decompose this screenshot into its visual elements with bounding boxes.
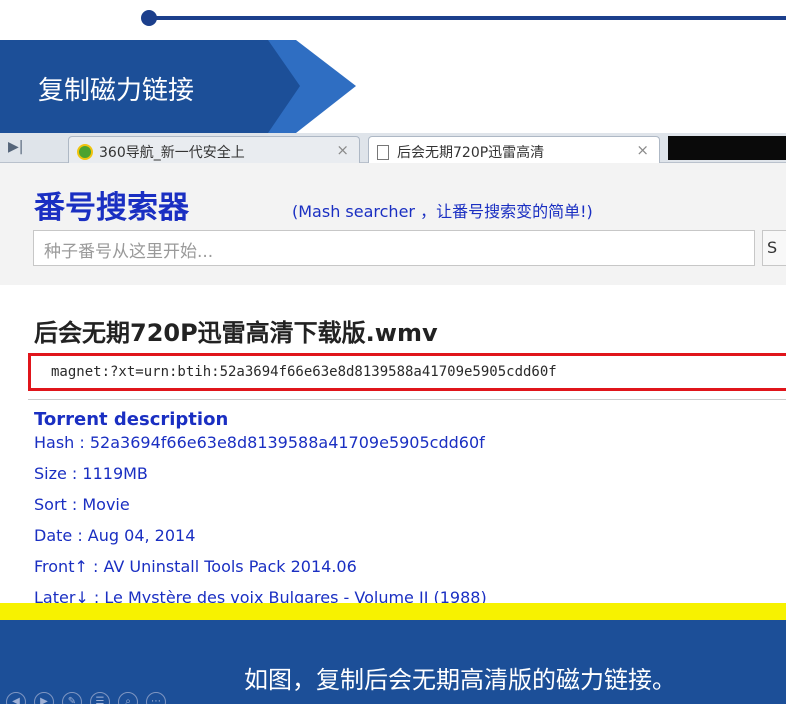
detail-hash: Hash : 52a3694f66e63e8d8139588a41709e590…	[34, 433, 485, 452]
description-heading: Torrent description	[34, 409, 229, 430]
detail-sort: Sort : Movie	[34, 495, 130, 514]
highlight-strip	[0, 603, 786, 620]
progress-line	[150, 16, 786, 20]
tab-label: 360导航_新一代安全上	[99, 145, 245, 161]
pen-icon[interactable]: ✎	[62, 692, 82, 704]
search-input[interactable]: 种子番号从这里开始...	[33, 230, 755, 266]
web-page: 番号搜索器 (Mash searcher ，让番号搜索变的简单!) 种子番号从这…	[0, 163, 786, 607]
detail-date: Date : Aug 04, 2014	[34, 526, 196, 545]
tab-360-nav[interactable]: 360导航_新一代安全上 ×	[68, 136, 360, 163]
slide-caption: 如图，复制后会无期高清版的磁力链接。	[244, 666, 676, 694]
tab-label: 后会无期720P迅雷高清	[397, 145, 545, 161]
site-tagline: (Mash searcher ，让番号搜索变的简单!)	[292, 202, 593, 221]
close-icon[interactable]: ×	[636, 141, 649, 159]
close-icon[interactable]: ×	[336, 141, 349, 159]
divider	[28, 399, 786, 400]
more-icon[interactable]: ⋯	[146, 692, 166, 704]
torrent-title: 后会无期720P迅雷高清下载版.wmv	[34, 319, 438, 347]
search-panel: 番号搜索器 (Mash searcher ，让番号搜索变的简单!) 种子番号从这…	[0, 163, 786, 285]
prev-icon[interactable]: ◀	[6, 692, 26, 704]
progress-dot	[141, 10, 157, 26]
slide-nav-controls: ◀ ▶ ✎ ☰ ⌕ ⋯	[6, 692, 166, 704]
page-icon	[377, 145, 389, 160]
detail-size: Size : 1119MB	[34, 464, 148, 483]
slide-title: 复制磁力链接	[38, 76, 195, 106]
redacted-area	[668, 136, 786, 160]
site-logo[interactable]: 番号搜索器	[34, 182, 189, 227]
next-icon[interactable]: ▶	[34, 692, 54, 704]
magnet-link[interactable]: magnet:?xt=urn:btih:52a3694f66e63e8d8139…	[28, 353, 786, 391]
tab-movie-page[interactable]: 后会无期720P迅雷高清 ×	[368, 136, 660, 163]
slide-top-bar	[0, 0, 786, 40]
detail-front-link[interactable]: Front↑ : AV Uninstall Tools Pack 2014.06	[34, 557, 357, 576]
sidebar-toggle-icon[interactable]: ▶|	[8, 139, 23, 155]
search-button[interactable]: S	[762, 230, 786, 266]
menu-icon[interactable]: ☰	[90, 692, 110, 704]
zoom-icon[interactable]: ⌕	[118, 692, 138, 704]
360-icon	[77, 144, 93, 160]
caption-panel: 如图，复制后会无期高清版的磁力链接。 ◀ ▶ ✎ ☰ ⌕ ⋯	[0, 620, 786, 704]
